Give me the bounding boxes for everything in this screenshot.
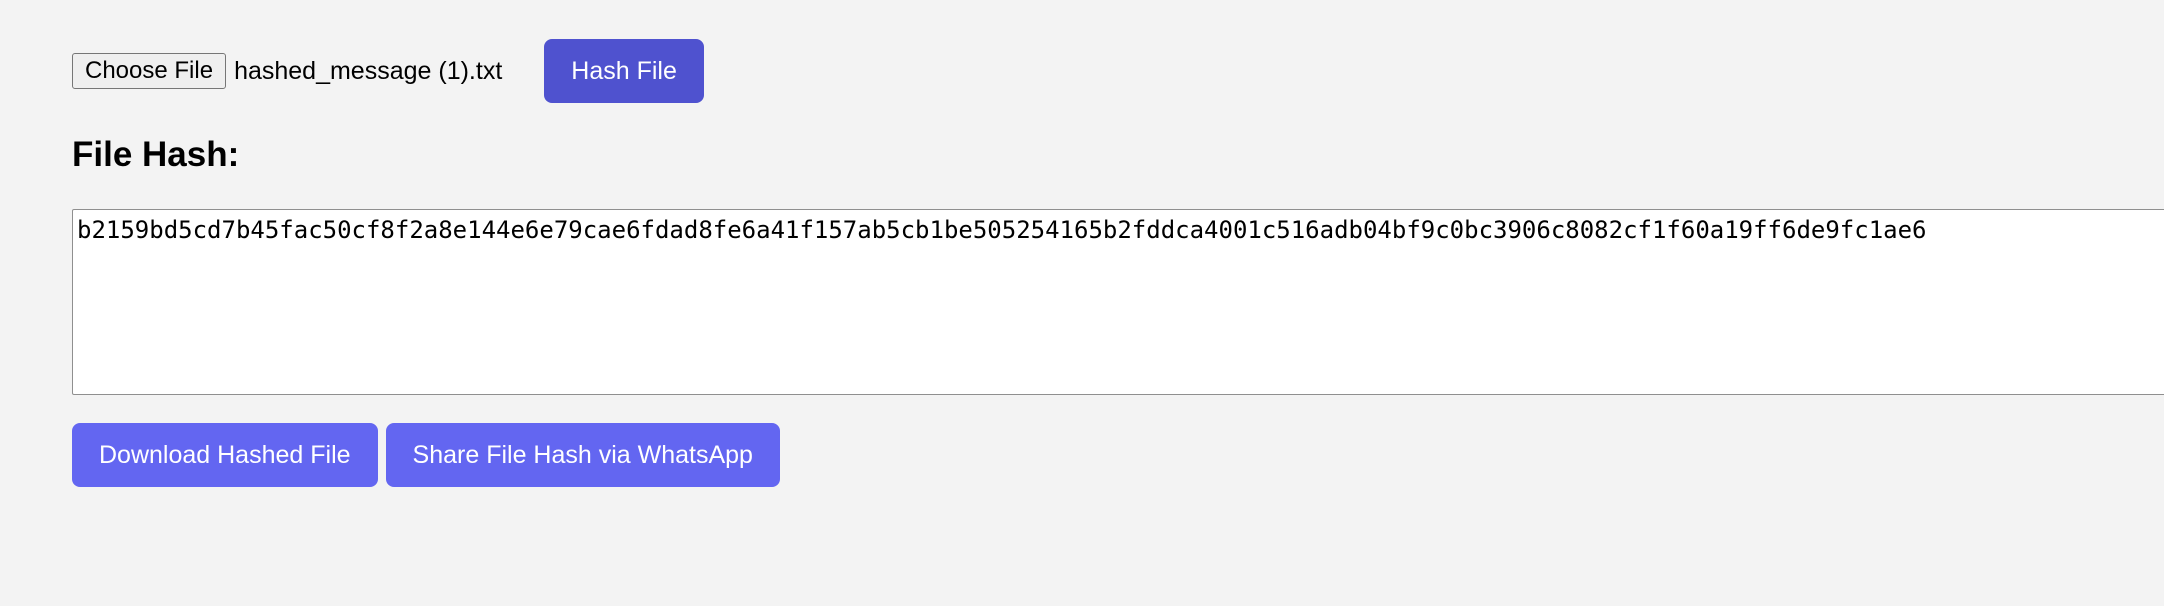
download-hashed-file-button[interactable]: Download Hashed File	[72, 423, 378, 487]
selected-file-name: hashed_message (1).txt	[234, 56, 503, 85]
action-buttons-row: Download Hashed File Share File Hash via…	[72, 423, 780, 487]
file-hash-heading: File Hash:	[72, 135, 240, 174]
hash-output-textarea[interactable]: b2159bd5cd7b45fac50cf8f2a8e144e6e79cae6f…	[72, 209, 2164, 395]
file-picker-row: Choose File hashed_message (1).txt Hash …	[72, 38, 704, 104]
choose-file-button[interactable]: Choose File	[72, 53, 227, 89]
hash-file-button[interactable]: Hash File	[544, 39, 704, 103]
hash-tool-page: Choose File hashed_message (1).txt Hash …	[0, 0, 2164, 606]
share-whatsapp-button[interactable]: Share File Hash via WhatsApp	[385, 423, 780, 487]
